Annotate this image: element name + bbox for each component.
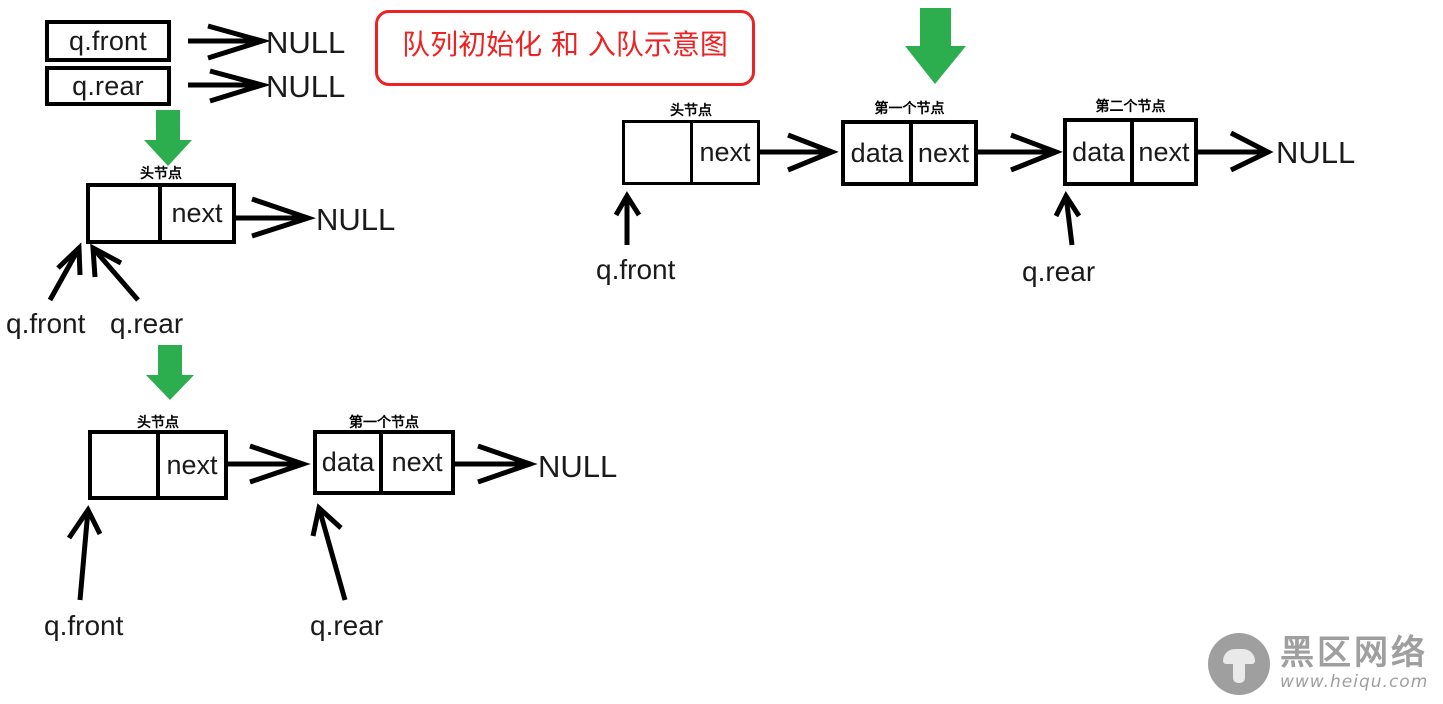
- stage4-qfront-label: q.front: [596, 254, 676, 285]
- stage2-qfront-label: q.front: [6, 308, 86, 339]
- stage4-second-node: data next: [1063, 118, 1198, 186]
- stage2-head-data-cell: [90, 187, 158, 240]
- stage3-head-node: next: [88, 430, 228, 500]
- site-watermark: 黑区网络 www.heiqu.com: [1208, 633, 1428, 695]
- stage1-rear-null-label: NULL: [266, 69, 346, 104]
- stage4-head-node-caption: 头节点: [670, 103, 712, 119]
- diagram-title-text: 队列初始化 和 入队示意图: [402, 28, 728, 61]
- watermark-text-group: 黑区网络 www.heiqu.com: [1280, 633, 1429, 692]
- arrow-stage2-qrear: [90, 243, 140, 302]
- stage2-head-next-cell: next: [158, 187, 232, 240]
- stage2-null-label: NULL: [316, 202, 396, 237]
- stage4-head-next-cell: next: [689, 123, 757, 182]
- arrow-stage4-second-to-null: [1196, 130, 1274, 173]
- watermark-site-url: www.heiqu.com: [1280, 671, 1429, 692]
- stage4-first-node: data next: [841, 120, 978, 186]
- arrow-stage4-qfront: [613, 191, 642, 245]
- qfront-variable-box: q.front: [45, 20, 171, 62]
- arrow-stage2-qfront: [47, 242, 83, 302]
- arrow-stage4-head-to-first: [757, 132, 839, 173]
- green-down-arrow-3: [905, 8, 966, 84]
- arrow-front-to-null: [188, 23, 271, 61]
- stage4-second-next-cell: next: [1129, 122, 1194, 182]
- arrow-stage3-qfront: [66, 505, 103, 601]
- arrow-stage4-qrear: [1053, 190, 1082, 246]
- arrow-stage3-first-to-null: [452, 443, 538, 485]
- arrow-rear-to-null: [188, 68, 272, 104]
- watermark-site-name: 黑区网络: [1280, 633, 1428, 674]
- stage3-head-next-cell: next: [156, 434, 224, 496]
- stage2-head-node: next: [86, 183, 236, 244]
- stage4-second-node-caption: 第二个节点: [1095, 99, 1166, 115]
- stage3-null-label: NULL: [538, 449, 618, 484]
- stage1-front-null-label: NULL: [266, 25, 346, 60]
- stage3-first-node: data next: [313, 430, 455, 495]
- stage4-null-label: NULL: [1276, 135, 1356, 170]
- arrow-stage2-next-to-null: [232, 196, 316, 239]
- stage4-first-next-cell: next: [908, 124, 974, 182]
- stage4-qrear-label: q.rear: [1022, 256, 1096, 287]
- green-down-arrow-2: [146, 345, 194, 400]
- arrow-stage4-first-to-second: [975, 132, 1063, 173]
- stage3-qfront-label: q.front: [44, 610, 124, 641]
- stage3-qrear-label: q.rear: [310, 610, 384, 641]
- diagram-title-banner: 队列初始化 和 入队示意图: [375, 10, 755, 86]
- qfront-variable-label: q.front: [69, 25, 147, 56]
- green-down-arrow-1: [144, 110, 192, 166]
- stage3-head-data-cell: [92, 434, 156, 496]
- stage2-qrear-label: q.rear: [110, 308, 184, 339]
- stage3-first-next-cell: next: [379, 434, 451, 491]
- stage2-head-node-caption: 头节点: [140, 166, 182, 182]
- stage3-head-node-caption: 头节点: [137, 415, 179, 431]
- qrear-variable-box: q.rear: [45, 66, 171, 106]
- arrow-stage3-qrear: [310, 503, 348, 601]
- stage4-first-node-caption: 第一个节点: [874, 101, 945, 117]
- stage4-head-data-cell: [625, 123, 690, 182]
- mushroom-logo-icon: [1208, 633, 1270, 695]
- diagram-canvas: q.front NULL q.rear NULL 队列初始化 和 入队示意图 头…: [0, 0, 1443, 704]
- stage3-first-data-cell: data: [321, 447, 375, 477]
- stage4-head-node: next: [622, 120, 760, 185]
- stage3-first-node-caption: 第一个节点: [349, 415, 419, 431]
- stage4-second-data-cell: data: [1072, 136, 1125, 167]
- arrow-stage3-head-to-first: [225, 443, 311, 485]
- qrear-variable-label: q.rear: [72, 70, 144, 101]
- stage4-first-data-cell: data: [850, 137, 904, 168]
